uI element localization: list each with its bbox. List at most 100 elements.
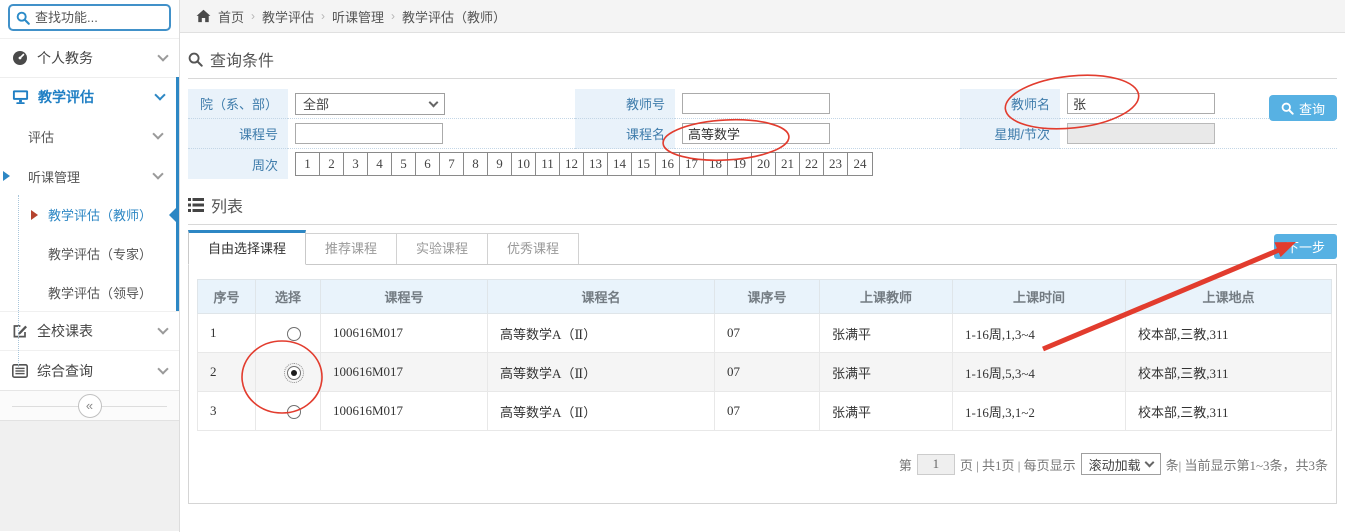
- course-name-input[interactable]: [682, 123, 830, 144]
- week-cell[interactable]: 3: [344, 153, 368, 175]
- week-cell[interactable]: 6: [416, 153, 440, 175]
- chevron-down-icon: [154, 89, 165, 100]
- week-cell[interactable]: 2: [320, 153, 344, 175]
- course-radio[interactable]: [287, 366, 301, 380]
- pagination-text: 页 | 共1页 | 每页显示: [960, 455, 1076, 474]
- course-radio[interactable]: [287, 405, 301, 419]
- tab-excellent-course[interactable]: 优秀课程: [487, 233, 579, 264]
- location-cell: 校本部,三教,311: [1126, 314, 1332, 353]
- week-cell[interactable]: 4: [368, 153, 392, 175]
- chevron-down-icon: [152, 128, 163, 139]
- tab-bar: 自由选择课程 推荐课程 实验课程 优秀课程 下一步: [188, 231, 1337, 265]
- week-cell[interactable]: 23: [824, 153, 848, 175]
- week-cell[interactable]: 7: [440, 153, 464, 175]
- teacher-cell: 张满平: [820, 392, 953, 431]
- table-row: 2 100616M017 高等数学A（Ⅱ） 07 张满平 1-16周,5,3~4…: [198, 353, 1332, 392]
- weeks-strip: 123456789101112131415161718192021222324: [295, 152, 873, 176]
- tab-free-select-course[interactable]: 自由选择课程: [188, 230, 306, 265]
- col-header: 选择: [256, 280, 321, 314]
- sidebar-item-personal[interactable]: 个人教务: [0, 38, 179, 77]
- teacher-name-input[interactable]: [1067, 93, 1215, 114]
- query-button[interactable]: 查询: [1269, 95, 1337, 121]
- col-header: 上课地点: [1126, 280, 1332, 314]
- chevron-down-icon: [157, 50, 168, 61]
- col-header: 课程名: [488, 280, 715, 314]
- search-input[interactable]: [35, 10, 163, 25]
- class-no-cell: 07: [715, 314, 820, 353]
- col-header: 上课教师: [820, 280, 953, 314]
- course-name-label: 课程名: [575, 119, 675, 149]
- sidebar-item-eval[interactable]: 评估: [0, 116, 176, 156]
- edit-icon: [12, 323, 28, 339]
- week-cell[interactable]: 21: [776, 153, 800, 175]
- week-cell[interactable]: 14: [608, 153, 632, 175]
- sidebar-collapse-row: «: [0, 390, 179, 421]
- sidebar-search-box[interactable]: [8, 4, 171, 31]
- col-header: 课序号: [715, 280, 820, 314]
- time-cell: 1-16周,3,1~2: [953, 392, 1126, 431]
- week-cell[interactable]: 5: [392, 153, 416, 175]
- location-cell: 校本部,三教,311: [1126, 353, 1332, 392]
- breadcrumb-home[interactable]: 首页: [218, 7, 244, 26]
- week-cell[interactable]: 18: [704, 153, 728, 175]
- sidebar-item-comprehensive-query[interactable]: 综合查询: [0, 350, 179, 390]
- collapse-sidebar-button[interactable]: «: [78, 394, 102, 418]
- col-header: 序号: [198, 280, 256, 314]
- teacher-name-label: 教师名: [960, 89, 1060, 119]
- sidebar-item-label: 教学评估: [38, 87, 94, 107]
- sidebar-item-eval-leader[interactable]: 教学评估（领导）: [0, 273, 176, 311]
- course-no-cell: 100616M017: [321, 353, 488, 392]
- monitor-icon: [12, 89, 29, 105]
- row-no: 3: [198, 392, 256, 431]
- week-cell[interactable]: 15: [632, 153, 656, 175]
- week-cell[interactable]: 13: [584, 153, 608, 175]
- sidebar-item-school-timetable[interactable]: 全校课表: [0, 311, 179, 350]
- week-cell[interactable]: 17: [680, 153, 704, 175]
- weeks-label: 周次: [188, 149, 288, 179]
- week-cell[interactable]: 1: [296, 153, 320, 175]
- sidebar-item-listen-mgmt[interactable]: 听课管理: [0, 156, 176, 196]
- breadcrumb-level2[interactable]: 听课管理: [332, 7, 384, 26]
- search-icon: [16, 11, 30, 25]
- week-cell[interactable]: 19: [728, 153, 752, 175]
- week-cell[interactable]: 12: [560, 153, 584, 175]
- week-cell[interactable]: 16: [656, 153, 680, 175]
- week-cell[interactable]: 11: [536, 153, 560, 175]
- tab-recommended-course[interactable]: 推荐课程: [305, 233, 397, 264]
- dept-select[interactable]: 全部: [295, 93, 445, 115]
- week-cell[interactable]: 22: [800, 153, 824, 175]
- sidebar-item-label: 教学评估（专家）: [48, 244, 152, 263]
- week-cell[interactable]: 8: [464, 153, 488, 175]
- row-no: 1: [198, 314, 256, 353]
- home-icon[interactable]: [196, 9, 211, 23]
- week-cell[interactable]: 9: [488, 153, 512, 175]
- course-name-cell: 高等数学A（Ⅱ）: [488, 353, 715, 392]
- course-no-cell: 100616M017: [321, 314, 488, 353]
- list-card-icon: [12, 364, 28, 378]
- week-cell[interactable]: 24: [848, 153, 872, 175]
- teacher-cell: 张满平: [820, 314, 953, 353]
- week-cell[interactable]: 10: [512, 153, 536, 175]
- teacher-cell: 张满平: [820, 353, 953, 392]
- tab-experiment-course[interactable]: 实验课程: [396, 233, 488, 264]
- course-no-label: 课程号: [188, 119, 288, 149]
- page-number-input[interactable]: [917, 454, 955, 475]
- course-radio[interactable]: [287, 327, 301, 341]
- per-page-select[interactable]: 滚动加载: [1081, 453, 1161, 475]
- dashboard-icon: [12, 50, 28, 66]
- breadcrumb-level1[interactable]: 教学评估: [262, 7, 314, 26]
- col-header: 上课时间: [953, 280, 1126, 314]
- teacher-no-input[interactable]: [682, 93, 830, 114]
- sidebar-item-eval-expert[interactable]: 教学评估（专家）: [0, 233, 176, 273]
- divider: [188, 78, 1337, 79]
- week-cell[interactable]: 20: [752, 153, 776, 175]
- next-step-button[interactable]: 下一步: [1274, 234, 1337, 259]
- chevron-down-icon: [152, 168, 163, 179]
- query-form: 院（系、部） 全部 教师号 教师名 课程号 课程名 星期/节次 周次 12345…: [188, 89, 1337, 179]
- course-no-input[interactable]: [295, 123, 443, 144]
- sidebar-item-teaching-eval[interactable]: 教学评估: [0, 77, 176, 116]
- breadcrumb: 首页 › 教学评估 › 听课管理 › 教学评估（教师）: [180, 0, 1345, 33]
- query-section-title: 查询条件: [188, 46, 1337, 72]
- sidebar-item-eval-teacher[interactable]: 教学评估（教师）: [0, 196, 176, 233]
- dept-select-value: 全部: [303, 94, 329, 113]
